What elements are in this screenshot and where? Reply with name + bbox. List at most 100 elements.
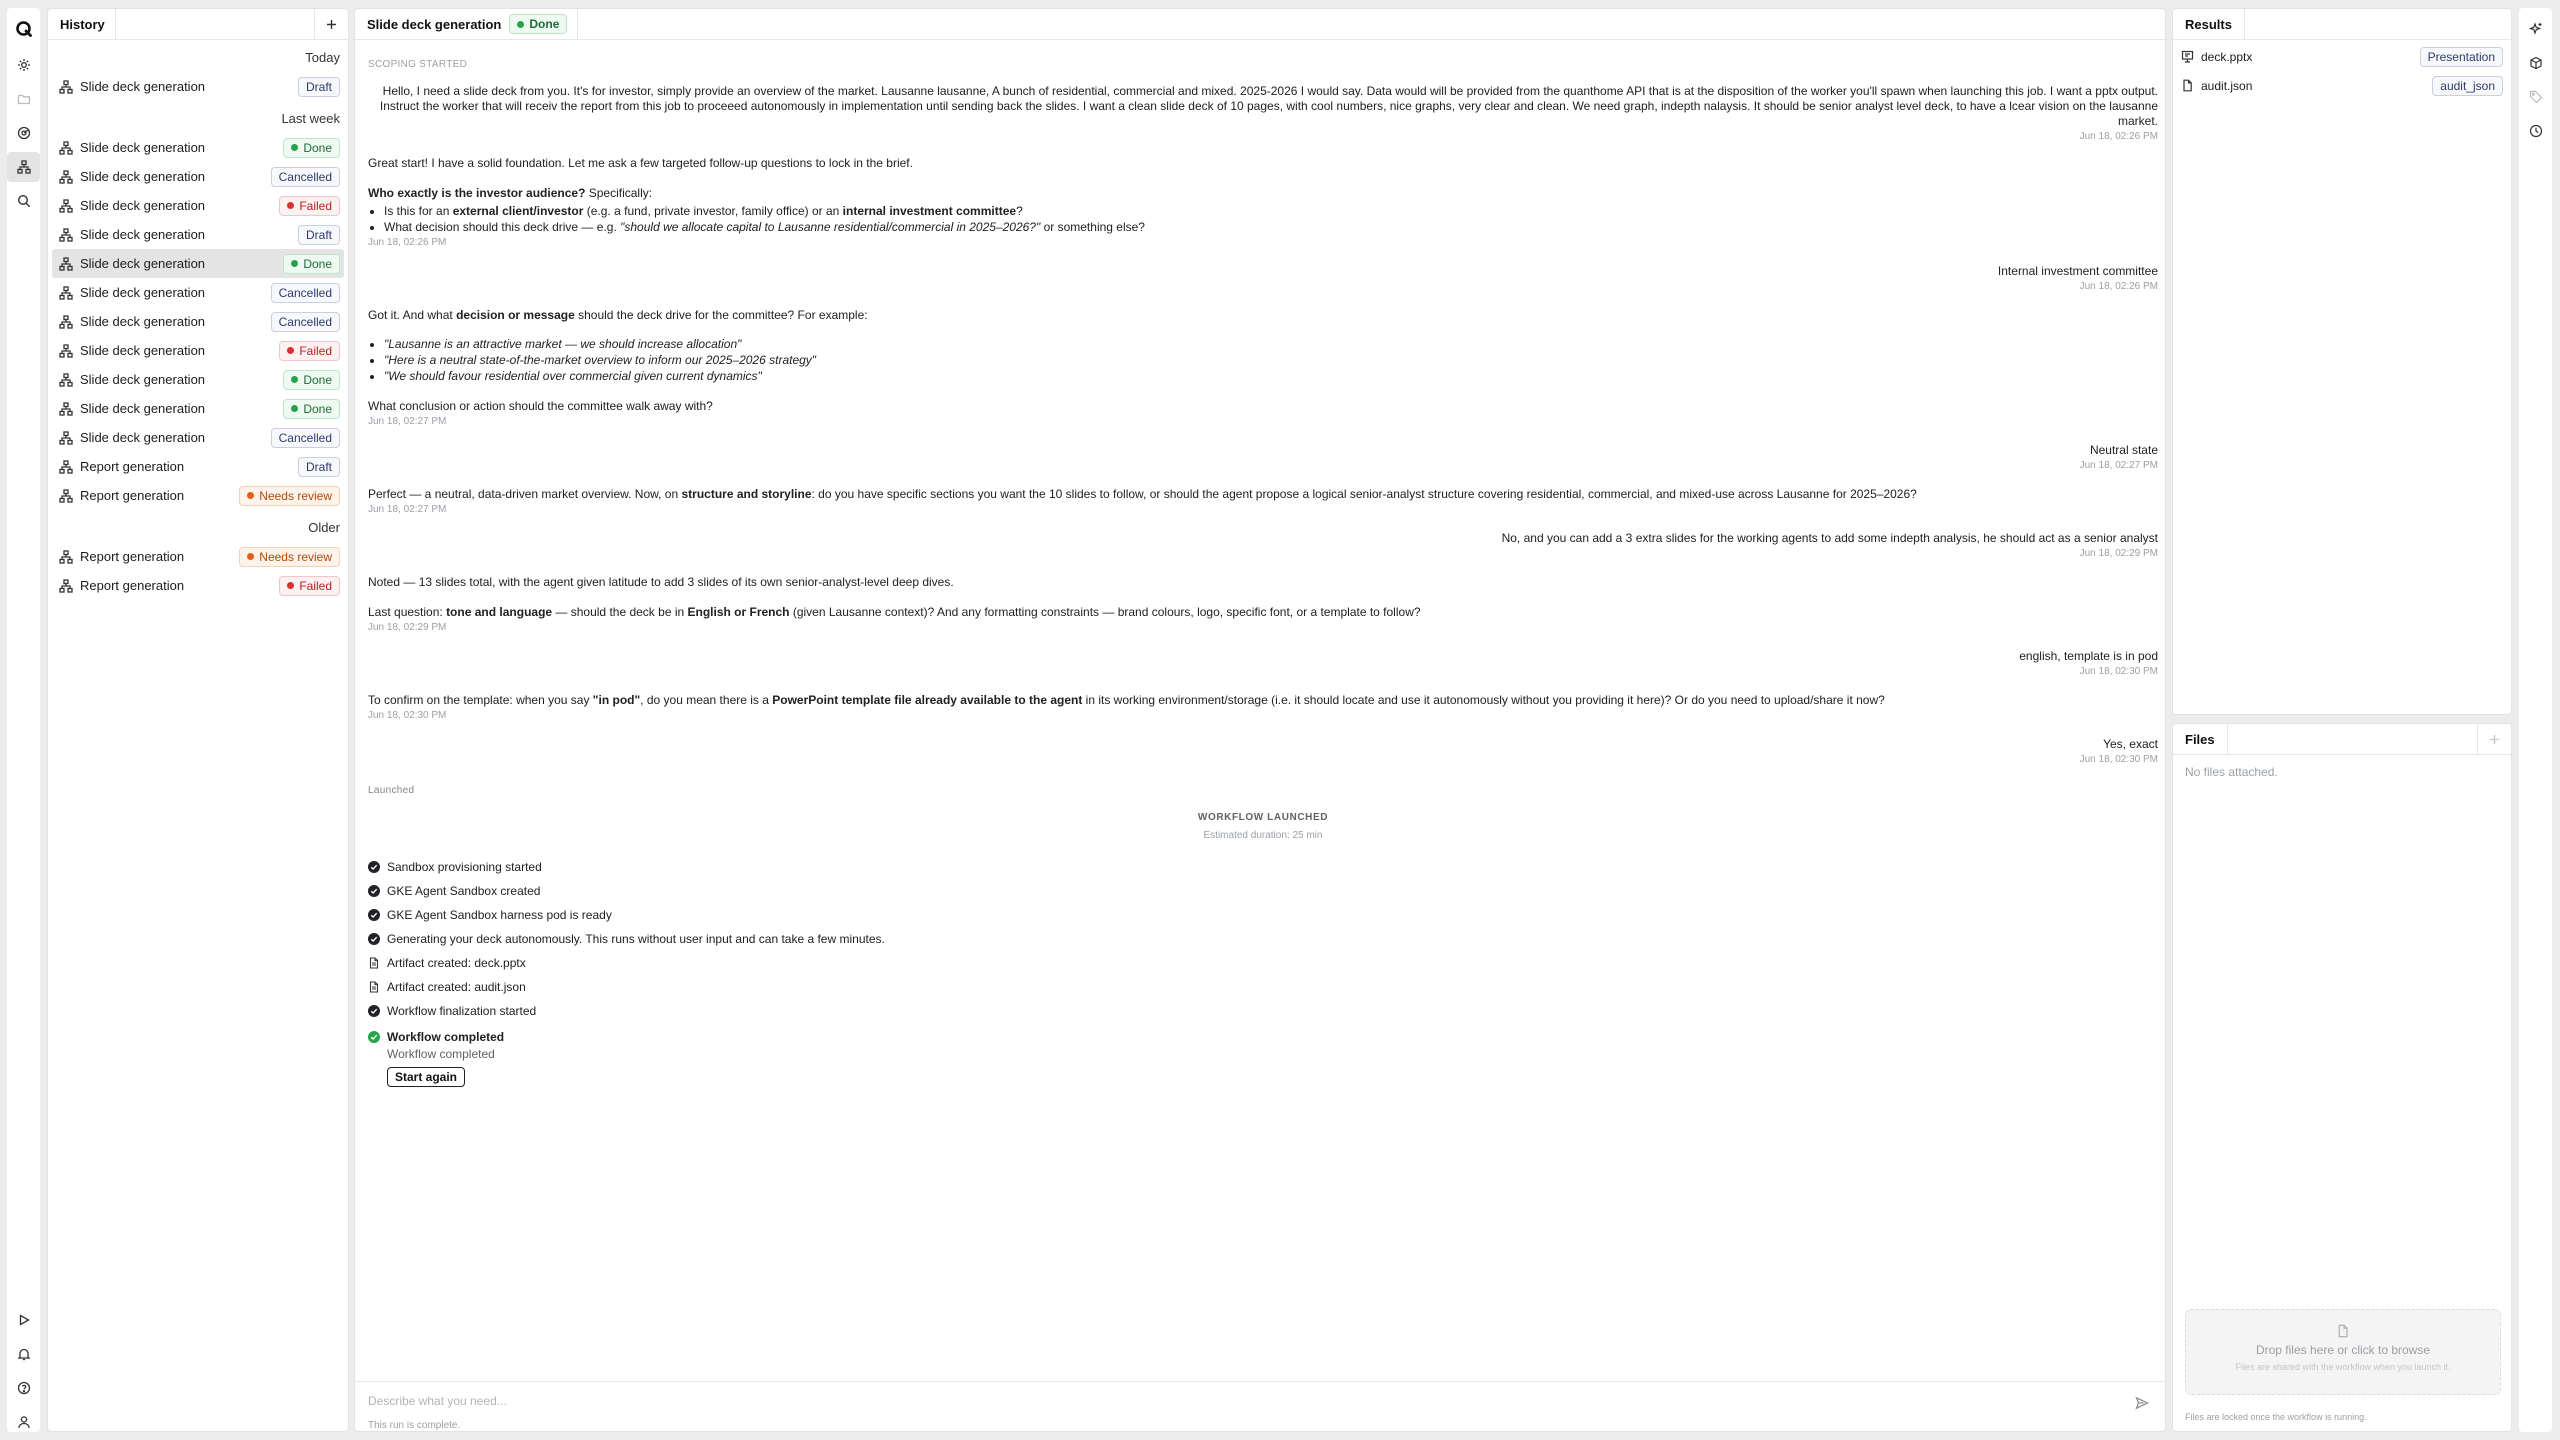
result-type-badge: Presentation [2419, 46, 2503, 67]
check-circle-icon [368, 933, 380, 945]
history-item[interactable]: Slide deck generation Cancelled [52, 278, 344, 307]
status-badge: Done [509, 14, 568, 34]
assistant-message: Noted — 13 slides total, with the agent … [368, 575, 954, 589]
user-message: Hello, I need a slide deck from you. It'… [379, 84, 2158, 128]
results-panel: Results deck.pptx Presentation audit.jso… [2172, 8, 2512, 715]
workflow-icon [59, 79, 73, 94]
status-badge: Cancelled [270, 311, 340, 332]
list-item: Is this for an external client/investor … [384, 204, 2158, 219]
dropzone-hint: Files are shared with the workflow when … [2235, 1362, 2451, 1372]
conversation: SCOPING STARTED Hello, I need a slide de… [368, 59, 2158, 1087]
workflow-step: Sandbox provisioning started [368, 855, 2158, 879]
history-item-label: Slide deck generation [80, 430, 206, 445]
composer: This run is complete. [355, 1381, 2165, 1431]
history-item[interactable]: Slide deck generation Cancelled [52, 162, 344, 191]
status-badge: Needs review [239, 546, 340, 567]
status-badge: Done [283, 137, 340, 158]
bell-icon[interactable] [7, 1339, 40, 1369]
send-button[interactable] [2135, 1396, 2149, 1410]
list-item: What decision should this deck drive — e… [384, 220, 2158, 235]
chat-tab[interactable]: Slide deck generation Done [355, 9, 579, 39]
status-dot [287, 582, 295, 589]
assistant-question: Last question: tone and language — shoul… [368, 605, 1421, 619]
workflow-completed: Workflow completed [368, 1027, 2158, 1047]
add-file-button[interactable] [2477, 724, 2511, 754]
play-icon[interactable] [7, 1305, 40, 1335]
right-rail [2519, 8, 2552, 1432]
status-badge: Done [283, 398, 340, 419]
assistant-question: What conclusion or action should the com… [368, 399, 713, 413]
workflow-icon [59, 343, 73, 358]
result-item[interactable]: audit.json audit_json [2173, 71, 2511, 100]
history-panel: History Today Slide deck generation Draft L… [47, 8, 349, 1432]
status-dot [291, 376, 299, 383]
tools-icon[interactable] [7, 50, 40, 80]
clock-icon[interactable] [2519, 116, 2552, 146]
file-dropzone[interactable]: Drop files here or click to browse Files… [2185, 1309, 2501, 1395]
status-badge: Draft [297, 76, 340, 97]
workflow-icon [59, 314, 73, 329]
help-icon[interactable] [7, 1373, 40, 1403]
history-item[interactable]: Report generation Needs review [52, 481, 344, 510]
history-header: History [48, 9, 348, 40]
search-icon[interactable] [7, 186, 40, 216]
history-item[interactable]: Slide deck generation Cancelled [52, 307, 344, 336]
history-item[interactable]: Slide deck generation Done [52, 365, 344, 394]
history-item[interactable]: Report generation Failed [52, 571, 344, 600]
status-dot [517, 20, 525, 28]
history-item[interactable]: Report generation Draft [52, 452, 344, 481]
workflow-step: Workflow finalization started [368, 999, 2158, 1023]
start-again-button[interactable]: Start again [387, 1067, 466, 1087]
example-bullets: "Lausanne is an attractive market — we s… [368, 337, 2158, 384]
history-item[interactable]: Slide deck generation Done [52, 394, 344, 423]
workflow-icon [59, 169, 73, 184]
history-item-label: Slide deck generation [80, 169, 206, 184]
workflow-steps: Sandbox provisioning started GKE Agent Sa… [368, 855, 2158, 1023]
new-job-button[interactable] [314, 9, 348, 39]
message-timestamp: Jun 18, 02:26 PM [368, 237, 447, 248]
sparkle-icon[interactable] [2519, 14, 2552, 44]
plus-icon [327, 19, 336, 29]
user-message: Yes, exact [2103, 737, 2158, 751]
run-status-note: This run is complete. [368, 1420, 461, 1431]
package-icon[interactable] [2519, 48, 2552, 78]
assistant-message: Great start! I have a solid foundation. … [368, 156, 913, 170]
radar-icon[interactable] [7, 118, 40, 148]
history-item[interactable]: Slide deck generation Done [52, 249, 344, 278]
launched-label: Launched [368, 785, 415, 796]
status-badge: Draft [297, 224, 340, 245]
check-circle-icon [368, 909, 380, 921]
files-panel: Files No files attached. Drop files here… [2172, 723, 2512, 1432]
history-item[interactable]: Slide deck generation Failed [52, 336, 344, 365]
history-item[interactable]: Report generation Needs review [52, 542, 344, 571]
message-input[interactable] [368, 1394, 2068, 1408]
history-title[interactable]: History [48, 9, 116, 39]
question-bullets: Is this for an external client/investor … [368, 204, 2158, 235]
tag-icon[interactable] [2519, 82, 2552, 112]
workflows-icon[interactable] [7, 152, 40, 182]
history-item[interactable]: Slide deck generation Cancelled [52, 423, 344, 452]
app-logo-icon[interactable] [7, 14, 40, 44]
workflow-step: Artifact created: audit.json [368, 975, 2158, 999]
user-icon[interactable] [7, 1407, 40, 1437]
results-title[interactable]: Results [2173, 9, 2245, 39]
history-item[interactable]: Slide deck generation Draft [52, 72, 344, 101]
workflow-icon [59, 256, 73, 271]
files-title[interactable]: Files [2173, 724, 2228, 754]
presentation-icon [2181, 50, 2194, 63]
folder-icon[interactable] [7, 84, 40, 114]
history-item-label: Report generation [80, 549, 185, 564]
file-icon [369, 957, 379, 969]
check-circle-icon [368, 861, 380, 873]
workflow-icon [59, 430, 73, 445]
history-item[interactable]: Slide deck generation Failed [52, 191, 344, 220]
files-lock-note: Files are locked once the workflow is ru… [2185, 1412, 2367, 1422]
workflow-icon [59, 578, 73, 593]
result-item[interactable]: deck.pptx Presentation [2173, 42, 2511, 71]
history-item[interactable]: Slide deck generation Done [52, 133, 344, 162]
check-circle-icon [368, 885, 380, 897]
history-item-label: Slide deck generation [80, 227, 206, 242]
list-item: "Here is a neutral state-of-the-market o… [384, 353, 2158, 368]
history-item[interactable]: Slide deck generation Draft [52, 220, 344, 249]
assistant-question: Who exactly is the investor audience? Sp… [368, 186, 653, 200]
